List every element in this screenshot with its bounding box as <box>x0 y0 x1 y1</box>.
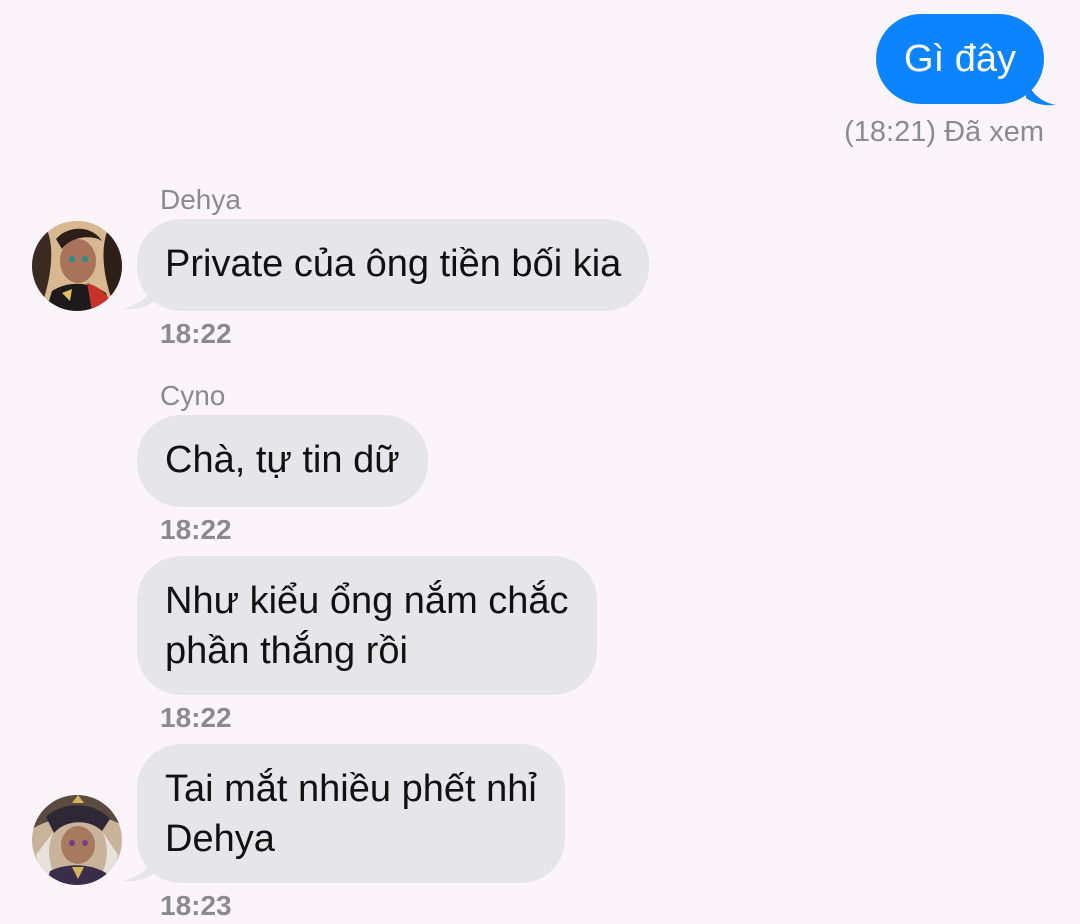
sender-name-dehya: Dehya <box>160 184 241 215</box>
incoming-message-bubble[interactable]: Như kiểu ổng nắm chắc phần thắng rồi <box>137 556 597 695</box>
outgoing-message-text: Gì đây <box>904 37 1016 80</box>
incoming-message-text-line: Dehya <box>165 818 275 860</box>
incoming-message-text: Chà, tự tin dữ <box>165 439 400 481</box>
cyno-avatar-image <box>32 795 122 885</box>
cyno-avatar[interactable] <box>32 795 122 885</box>
read-receipt: (18:21) Đã xem <box>844 116 1044 148</box>
sender-name-cyno: Cyno <box>160 380 226 411</box>
dehya-avatar[interactable] <box>32 221 122 311</box>
incoming-message-text-line: phần thắng rồi <box>165 630 408 672</box>
outgoing-message-bubble[interactable]: Gì đây <box>876 14 1044 104</box>
outgoing-bubble-tail <box>1026 78 1056 106</box>
message-timestamp: 18:23 <box>160 890 232 921</box>
incoming-message-bubble[interactable]: Private của ông tiền bối kia <box>137 219 650 311</box>
dehya-avatar-image <box>32 221 122 311</box>
incoming-message-bubble[interactable]: Tai mắt nhiều phết nhỉ Dehya <box>137 744 565 883</box>
incoming-message-bubble[interactable]: Chà, tự tin dữ <box>137 415 428 507</box>
chat-thread: Gì đây (18:21) Đã xem Dehya Private của … <box>0 0 1080 924</box>
incoming-message-text: Private của ông tiền bối kia <box>165 243 622 285</box>
incoming-message-text-line: Như kiểu ổng nắm chắc <box>165 580 569 622</box>
message-timestamp: 18:22 <box>160 702 232 733</box>
message-timestamp: 18:22 <box>160 514 232 545</box>
message-timestamp: 18:22 <box>160 318 232 349</box>
incoming-message-text-line: Tai mắt nhiều phết nhỉ <box>165 768 537 810</box>
